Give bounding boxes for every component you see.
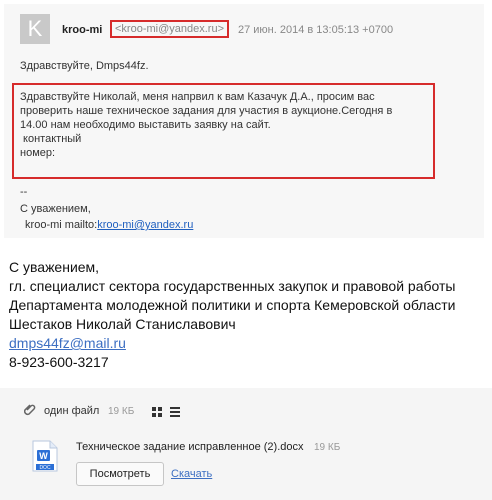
doc-icon-label: DOC <box>39 465 51 471</box>
attachments-total-size: 19 КБ <box>108 406 135 417</box>
body-line: номер: <box>20 147 56 159</box>
body-line: 14.00 нам необходимо выставить заявку на… <box>20 119 271 131</box>
signature-phone: 8-923-600-3217 <box>9 354 109 370</box>
signature-line: гл. специалист сектора государственных з… <box>9 278 456 294</box>
view-attachment-button[interactable]: Посмотреть <box>76 462 164 486</box>
quoted-greeting: Здравствуйте, Dmps44fz. <box>20 60 149 72</box>
signature-dash: -- <box>20 186 28 198</box>
word-document-icon[interactable]: W DOC <box>32 440 58 472</box>
signature-line: Шестаков Николай Станиславович <box>9 316 236 332</box>
list-view-icon[interactable] <box>170 407 180 417</box>
message-date: 27 июн. 2014 в 13:05:13 +0700 <box>238 24 394 36</box>
signature-line: Департамента молодежной политики и спорт… <box>9 297 456 313</box>
download-attachment-link[interactable]: Скачать <box>171 468 212 480</box>
mailto-prefix: kroo-mi mailto: <box>22 219 98 231</box>
attachment-file-name[interactable]: Техническое задание исправленное (2).doc… <box>76 441 304 453</box>
sender-email[interactable]: <kroo-mi@yandex.ru> <box>115 23 224 35</box>
avatar-letter: K <box>27 16 43 41</box>
body-line: проверить наше техническое задания для у… <box>20 105 393 117</box>
grid-view-icon[interactable] <box>152 407 162 417</box>
sender-email-highlight: <kroo-mi@yandex.ru> <box>110 20 229 38</box>
attachments-count: один файл <box>44 405 100 417</box>
mailto-link[interactable]: kroo-mi@yandex.ru <box>97 219 193 231</box>
body-line: Здравствуйте Николай, меня напрвил к вам… <box>20 91 375 103</box>
signature-email-link[interactable]: dmps44fz@mail.ru <box>9 335 126 351</box>
main-signature: С уважением, гл. специалист сектора госу… <box>9 258 455 372</box>
attachment-file-size: 19 КБ <box>314 442 341 453</box>
sender-avatar: K <box>20 14 50 44</box>
quoted-body: Здравствуйте Николай, меня напрвил к вам… <box>20 90 430 160</box>
sender-name: kroo-mi <box>62 24 103 36</box>
signature-line: С уважением, <box>9 259 100 275</box>
quoted-regards: С уважением, <box>20 203 91 215</box>
svg-text:W: W <box>39 451 48 461</box>
paperclip-icon <box>24 404 36 416</box>
body-line: контактный <box>20 133 82 145</box>
quoted-mailto: kroo-mi mailto:kroo-mi@yandex.ru <box>22 219 193 231</box>
